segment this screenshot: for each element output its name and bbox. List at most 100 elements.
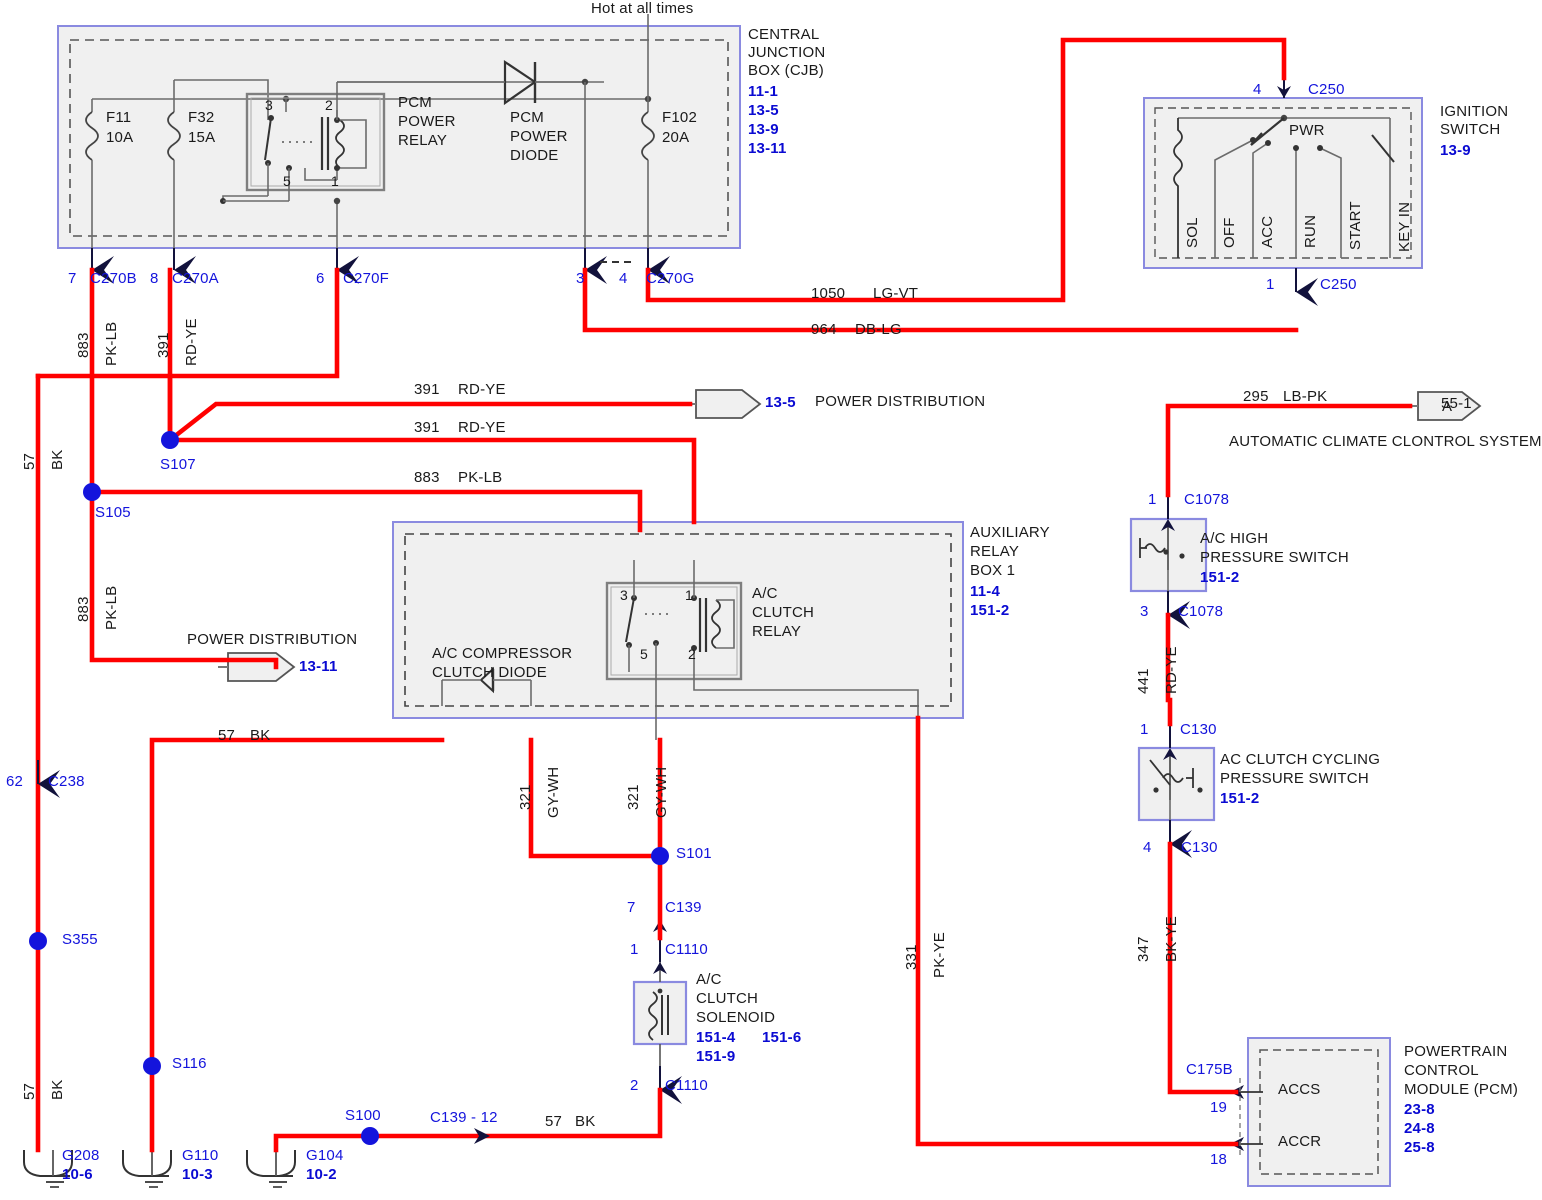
ground-g208-ref[interactable]: 10-6 bbox=[62, 1166, 93, 1184]
hps-pin-top: 1 bbox=[1148, 491, 1157, 508]
cjb-ref-2[interactable]: 13-9 bbox=[748, 121, 779, 139]
ac-relay-pin-5: 5 bbox=[640, 646, 648, 662]
ac-high-pressure-switch-line1: A/C HIGH bbox=[1200, 530, 1269, 547]
ac-relay-pin-2: 2 bbox=[688, 646, 696, 662]
solenoid-pin-bottom: 2 bbox=[630, 1077, 639, 1094]
wire-441-color: RD-YE bbox=[1163, 646, 1180, 694]
pcm-pin-18: 18 bbox=[1210, 1151, 1228, 1168]
ac-clutch-cycling-pressure-switch-line1: AC CLUTCH CYCLING bbox=[1220, 751, 1381, 768]
hps-conn-bottom[interactable]: C1078 bbox=[1178, 603, 1223, 621]
ign-conn-bottom[interactable]: C250 bbox=[1320, 276, 1357, 294]
ccps-conn-bottom[interactable]: C130 bbox=[1181, 839, 1218, 857]
wire-883-number-c: 883 bbox=[414, 469, 440, 486]
pcm-power-diode-line2: POWER bbox=[510, 128, 568, 145]
ign-pin-top: 4 bbox=[1253, 81, 1262, 98]
cjb-ref-0[interactable]: 11-1 bbox=[748, 83, 778, 101]
relay-pin-3: 3 bbox=[265, 97, 273, 113]
cjb-name-line3: BOX (CJB) bbox=[748, 62, 824, 79]
ground-g110-ref[interactable]: 10-3 bbox=[182, 1166, 213, 1184]
cjb-conn-c270g[interactable]: C270G bbox=[646, 270, 695, 288]
pcm-conn-c175b[interactable]: C175B bbox=[1186, 1061, 1233, 1079]
wire-391-color-a: RD-YE bbox=[183, 318, 200, 366]
cjb-ref-1[interactable]: 13-5 bbox=[748, 102, 779, 120]
hps-conn-top[interactable]: C1078 bbox=[1184, 491, 1229, 509]
hps-pin-bottom: 3 bbox=[1140, 603, 1149, 620]
ac-high-pressure-switch-ref[interactable]: 151-2 bbox=[1200, 569, 1239, 587]
ac-clutch-solenoid-line1: A/C bbox=[696, 971, 722, 988]
solenoid-conn-bottom[interactable]: C1110 bbox=[665, 1077, 708, 1095]
destination-label-automatic-climate-control: AUTOMATIC CLIMATE CLONTROL SYSTEM bbox=[1229, 433, 1542, 450]
wire-441-number: 441 bbox=[1135, 668, 1152, 694]
cjb-conn-c270f[interactable]: C270F bbox=[343, 270, 389, 288]
ac-relay-pin-3: 3 bbox=[620, 587, 628, 603]
cjb-conn-c270a[interactable]: C270A bbox=[172, 270, 219, 288]
conn-c238[interactable]: C238 bbox=[48, 773, 85, 791]
conn-c139-12[interactable]: C139 - 12 bbox=[430, 1109, 498, 1127]
solenoid-upstream-pin: 7 bbox=[627, 899, 636, 916]
ignition-switch-name-line1: IGNITION bbox=[1440, 103, 1509, 120]
pcm-ref-1[interactable]: 24-8 bbox=[1404, 1120, 1435, 1138]
fuse-f11-rating: 10A bbox=[106, 129, 134, 146]
aux-relay-box-ref-0[interactable]: 11-4 bbox=[970, 583, 1000, 601]
cjb-ref-3[interactable]: 13-11 bbox=[748, 140, 787, 158]
wire-964-color: DB-LG bbox=[855, 321, 902, 338]
wire-321-color-a: GY-WH bbox=[545, 766, 562, 818]
ac-compressor-clutch-diode-line2: CLUTCH DIODE bbox=[432, 664, 547, 681]
ac-clutch-cycling-pressure-switch bbox=[1137, 724, 1216, 858]
ac-clutch-solenoid-ref-1[interactable]: 151-6 bbox=[762, 1029, 801, 1047]
ac-clutch-cycling-pressure-switch-ref[interactable]: 151-2 bbox=[1220, 790, 1259, 808]
wire-331-number: 331 bbox=[903, 944, 920, 970]
wire-321-number-b: 321 bbox=[625, 784, 642, 810]
cjb-conn-c270b[interactable]: C270B bbox=[90, 270, 137, 288]
wire-391-number-c: 391 bbox=[414, 419, 440, 436]
ign-conn-top[interactable]: C250 bbox=[1308, 81, 1345, 99]
cjb-pin-3: 3 bbox=[576, 270, 585, 287]
splice-label-s105: S105 bbox=[95, 504, 131, 521]
pcm-ref-0[interactable]: 23-8 bbox=[1404, 1101, 1435, 1119]
wire-331-color: PK-YE bbox=[931, 931, 948, 978]
wire-321-color-b: GY-WH bbox=[653, 766, 670, 818]
wire-57-number-c: 57 bbox=[21, 1082, 38, 1100]
pcm-power-relay-line2: POWER bbox=[398, 113, 456, 130]
fuse-f32-id: F32 bbox=[188, 109, 215, 126]
pcm-terminal-accs: ACCS bbox=[1278, 1081, 1321, 1098]
wire-347-number: 347 bbox=[1135, 936, 1152, 962]
solenoid-conn-top[interactable]: C1110 bbox=[665, 941, 708, 959]
ground-g104-id: G104 bbox=[306, 1147, 344, 1164]
pcm-terminal-accr: ACCR bbox=[1278, 1133, 1322, 1150]
solenoid-upstream-conn[interactable]: C139 bbox=[665, 899, 702, 917]
splice-label-s101: S101 bbox=[676, 845, 712, 862]
ign-position-keyin: KEY IN bbox=[1396, 201, 1413, 252]
cjb-pin-6: 6 bbox=[316, 270, 325, 287]
destination-ref-13-5[interactable]: 13-5 bbox=[765, 394, 796, 412]
ign-position-run: RUN bbox=[1302, 214, 1319, 248]
aux-relay-box-ref-1[interactable]: 151-2 bbox=[970, 602, 1009, 620]
ign-position-sol: SOL bbox=[1184, 217, 1201, 248]
wire-295-number: 295 bbox=[1243, 388, 1269, 405]
destination-ref-13-11[interactable]: 13-11 bbox=[299, 658, 338, 676]
powertrain-control-module bbox=[1230, 1037, 1391, 1187]
pcm-name-line1: POWERTRAIN bbox=[1404, 1043, 1508, 1060]
wiring-diagram-canvas: Hot at all times CENTRAL JUNCTION BOX (C… bbox=[0, 0, 1542, 1200]
ground-g104-ref[interactable]: 10-2 bbox=[306, 1166, 337, 1184]
cjb-pin-4: 4 bbox=[619, 270, 628, 287]
ac-clutch-solenoid-ref-2[interactable]: 151-9 bbox=[696, 1048, 735, 1066]
fuse-f102-rating: 20A bbox=[662, 129, 690, 146]
ac-clutch-solenoid-ref-0[interactable]: 151-4 bbox=[696, 1029, 735, 1047]
ignition-switch-ref[interactable]: 13-9 bbox=[1440, 142, 1471, 160]
wire-883-color-a: PK-LB bbox=[103, 321, 120, 366]
wire-391-color-b: RD-YE bbox=[458, 381, 506, 398]
wire-57-number-d: 57 bbox=[545, 1113, 563, 1130]
solenoid-pin-top: 1 bbox=[630, 941, 639, 958]
ac-clutch-relay-line3: RELAY bbox=[752, 623, 802, 640]
ground-g208-id: G208 bbox=[62, 1147, 100, 1164]
ccps-conn-top[interactable]: C130 bbox=[1180, 721, 1217, 739]
wire-391-color-c: RD-YE bbox=[458, 419, 506, 436]
cjb-name-line1: CENTRAL bbox=[748, 26, 820, 43]
pcm-ref-2[interactable]: 25-8 bbox=[1404, 1139, 1435, 1157]
aux-relay-box-line2: RELAY bbox=[970, 543, 1020, 560]
wire-57-number-b: 57 bbox=[218, 727, 236, 744]
splice-s116 bbox=[143, 1057, 161, 1075]
wire-57-color-a: BK bbox=[49, 449, 66, 470]
pcm-name-line3: MODULE (PCM) bbox=[1404, 1081, 1519, 1098]
